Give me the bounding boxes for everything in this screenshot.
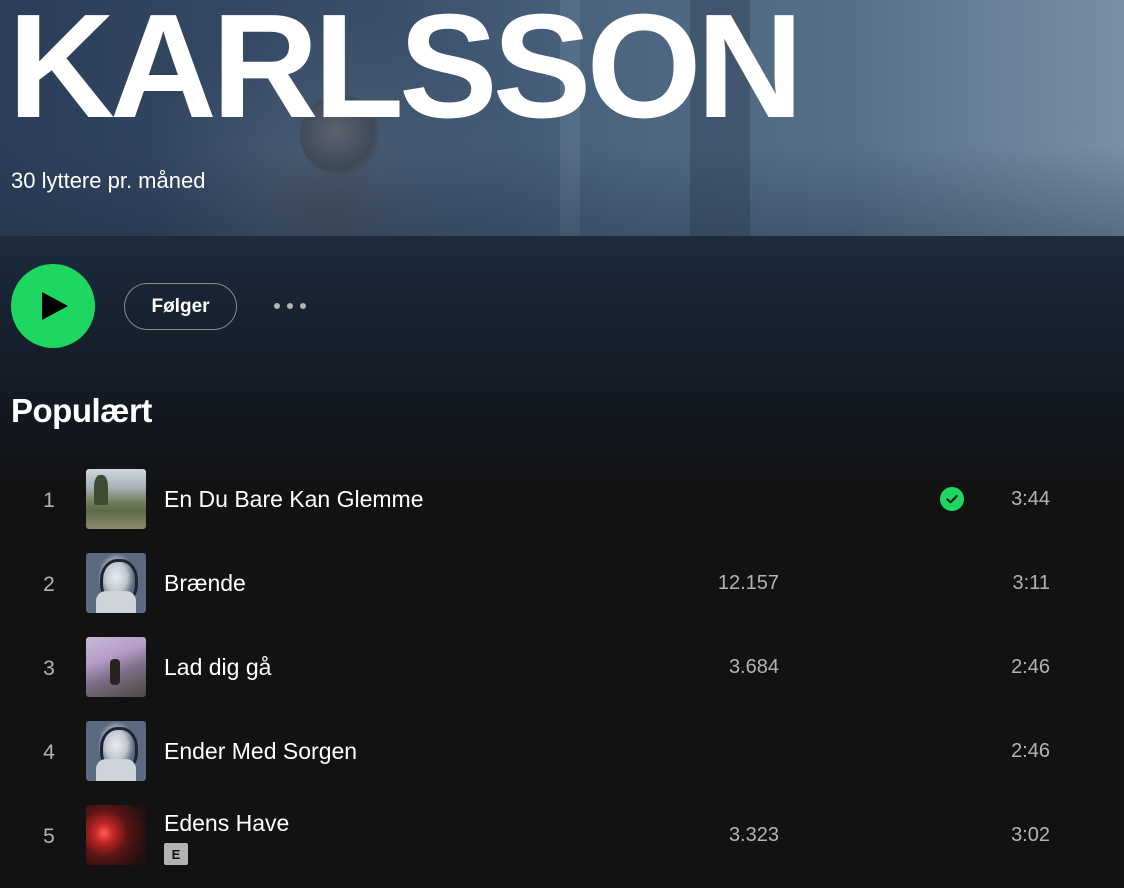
play-icon: [42, 292, 68, 320]
track-number: 4: [43, 741, 55, 764]
section-title-popular: Populært: [11, 392, 152, 429]
track-title: Lad dig gå: [164, 654, 272, 680]
more-options-icon: [300, 303, 306, 309]
track-title: Edens Have: [164, 810, 290, 836]
track-number: 5: [43, 825, 55, 848]
artist-name: KARLSSON: [8, 0, 803, 149]
explicit-badge: E: [164, 843, 188, 865]
track-artwork: [86, 469, 146, 529]
check-circle-icon[interactable]: [940, 487, 964, 511]
track-row[interactable]: 2 Brænde 12.157 3:11: [0, 545, 1124, 629]
monthly-listeners: 30 lyttere pr. måned: [11, 168, 206, 193]
artist-header: KARLSSON 30 lyttere pr. måned: [0, 0, 1124, 236]
more-options-icon: [287, 303, 293, 309]
more-options-icon: [274, 303, 280, 309]
more-options-button[interactable]: [266, 294, 314, 318]
track-number: 1: [43, 489, 55, 512]
track-play-count: 3.323: [728, 824, 779, 846]
popular-tracks-list: 1 En Du Bare Kan Glemme 3:44 2 Brænde 12…: [0, 461, 1124, 881]
artist-page: KARLSSON 30 lyttere pr. måned Følger Pop…: [0, 0, 1124, 888]
play-button[interactable]: [11, 264, 95, 348]
track-duration: 2:46: [1011, 740, 1050, 762]
track-title: En Du Bare Kan Glemme: [164, 486, 424, 512]
follow-button[interactable]: Følger: [124, 283, 237, 330]
track-number: 2: [43, 573, 55, 596]
track-play-count: 12.157: [717, 572, 779, 594]
track-duration: 3:11: [1012, 572, 1050, 594]
track-duration: 3:02: [1011, 824, 1050, 846]
track-artwork: [86, 805, 146, 865]
track-row[interactable]: 3 Lad dig gå 3.684 2:46: [0, 629, 1124, 713]
track-row[interactable]: 5 Edens Have E 3.323 3:02: [0, 797, 1124, 881]
artist-content: Følger Populært 1 En Du Bare Kan Glemme …: [0, 236, 1124, 888]
track-row[interactable]: 1 En Du Bare Kan Glemme 3:44: [0, 461, 1124, 545]
track-artwork: [86, 637, 146, 697]
track-row[interactable]: 4 Ender Med Sorgen 2:46: [0, 713, 1124, 797]
track-artwork: [86, 553, 146, 613]
track-duration: 3:44: [1011, 488, 1050, 510]
track-play-count: 3.684: [728, 656, 779, 678]
track-title: Brænde: [164, 570, 246, 596]
track-title: Ender Med Sorgen: [164, 738, 358, 764]
track-artwork: [86, 721, 146, 781]
track-number: 3: [43, 657, 55, 680]
track-duration: 2:46: [1011, 656, 1050, 678]
